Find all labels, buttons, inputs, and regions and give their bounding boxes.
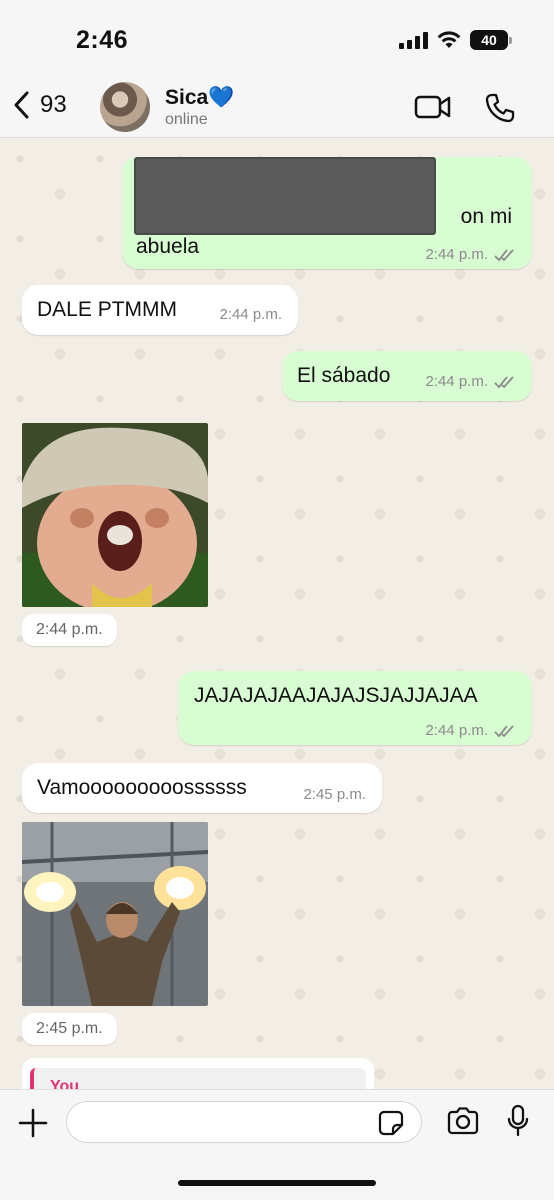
message-text-line2: abuela	[136, 235, 200, 258]
message-time: 2:45 p.m.	[303, 786, 366, 803]
video-call-button[interactable]	[414, 92, 452, 127]
message-time: 2:45 p.m.	[22, 1013, 117, 1045]
message-time: 2:44 p.m.	[219, 306, 282, 323]
message-bubble-incoming[interactable]: DALE PTMMM 2:44 p.m.	[22, 285, 298, 335]
message-meta: 2:44 p.m.	[425, 368, 516, 396]
battery-icon: 40	[470, 30, 512, 50]
message-time: 2:44 p.m.	[425, 373, 488, 390]
video-call-icon	[414, 95, 451, 119]
message-time: 2:44 p.m.	[22, 614, 117, 646]
chat-messages-area[interactable]: on mi abuela 2:44 p.m. DALE PTMMM 2:44 p…	[0, 139, 554, 1089]
contact-name[interactable]: Sica💙	[165, 86, 234, 110]
home-indicator[interactable]	[178, 1180, 376, 1186]
back-button[interactable]: 93	[12, 90, 67, 120]
microphone-icon[interactable]	[506, 1104, 530, 1138]
status-bar: 2:46 40	[0, 0, 554, 80]
camera-icon[interactable]	[446, 1106, 480, 1136]
message-text: DALE PTMMM	[37, 298, 178, 321]
phone-icon	[485, 93, 515, 123]
message-input[interactable]	[66, 1101, 422, 1143]
back-chevron-icon	[14, 91, 29, 119]
contact-status: online	[165, 111, 208, 128]
message-bubble-outgoing[interactable]: JAJAJAJAAJAJAJSJAJJAJAA 2:44 p.m.	[178, 671, 532, 745]
reply-preview-card[interactable]: You	[22, 1058, 374, 1089]
message-text: on mi	[460, 205, 512, 228]
double-check-icon	[494, 249, 514, 262]
message-bubble-outgoing[interactable]: on mi abuela 2:44 p.m.	[122, 157, 532, 269]
sticker-toad-screaming-icon	[22, 423, 208, 607]
contact-name-text: Sica	[165, 86, 209, 109]
sticker-icon[interactable]	[378, 1110, 404, 1136]
double-check-icon	[494, 376, 514, 389]
cellular-signal-icon	[399, 31, 428, 49]
message-text: El sábado	[297, 364, 391, 387]
message-time: 2:44 p.m.	[425, 722, 488, 739]
phone-call-button[interactable]	[484, 92, 516, 129]
chat-header: 93 Sica💙 online	[0, 80, 554, 138]
message-text: Vamooooooooossssss	[37, 776, 247, 799]
message-bubble-outgoing[interactable]: El sábado 2:44 p.m.	[282, 351, 532, 401]
message-text: JAJAJAJAAJAJAJSJAJJAJAA	[194, 684, 478, 707]
contact-avatar[interactable]	[100, 82, 150, 132]
sticker-image[interactable]	[22, 423, 208, 607]
double-check-icon	[494, 725, 514, 738]
redaction-block	[134, 157, 436, 235]
plus-icon[interactable]	[18, 1108, 48, 1138]
reply-author: You	[50, 1078, 80, 1089]
gif-man-firing-guns-icon	[22, 822, 208, 1006]
status-icons: 40	[399, 30, 512, 50]
message-time: 2:44 p.m.	[425, 246, 488, 263]
status-time: 2:46	[76, 26, 129, 54]
blue-heart-emoji: 💙	[208, 86, 235, 109]
message-meta: 2:44 p.m.	[425, 241, 516, 269]
unread-count: 93	[40, 91, 67, 118]
wifi-icon	[437, 31, 461, 48]
message-meta: 2:44 p.m.	[425, 717, 516, 745]
message-bubble-incoming[interactable]: Vamooooooooossssss 2:45 p.m.	[22, 763, 382, 813]
gif-image[interactable]	[22, 822, 208, 1006]
reply-quote: You	[30, 1068, 366, 1089]
